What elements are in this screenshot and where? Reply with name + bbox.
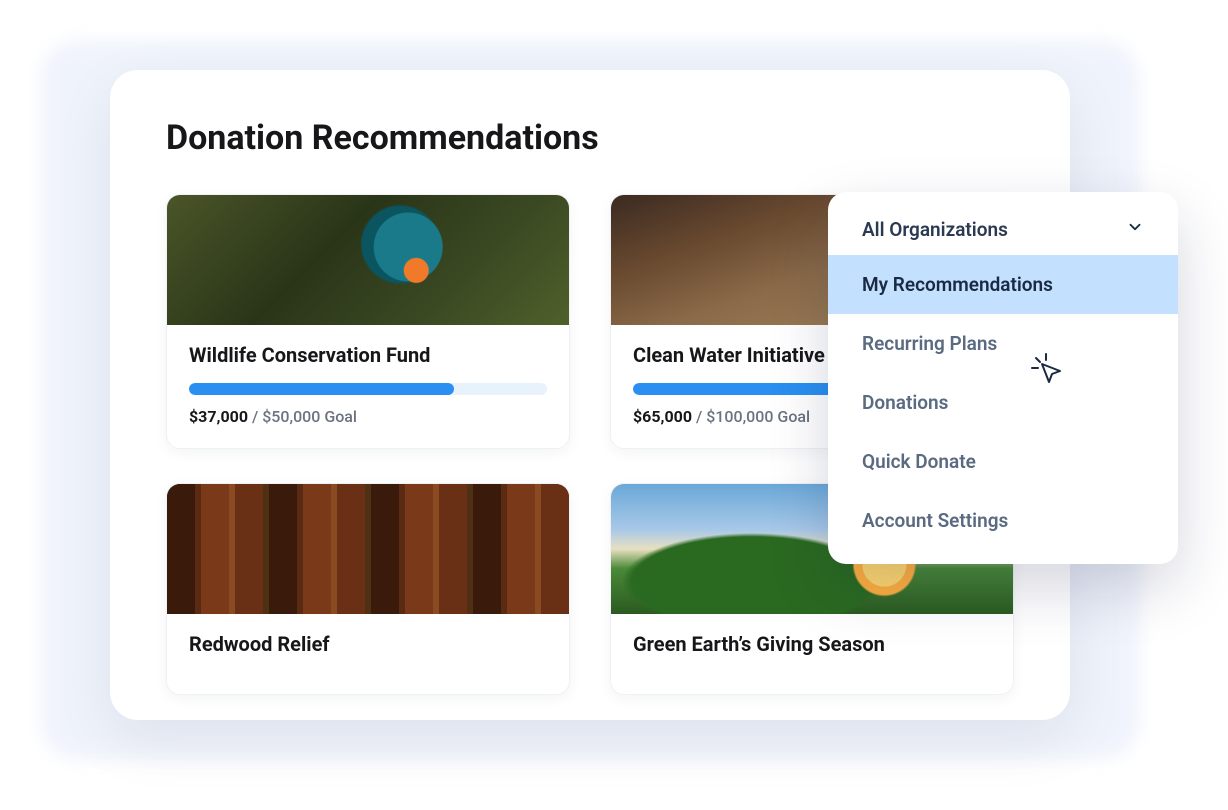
card-image-wildlife (167, 195, 569, 325)
dropdown-item-label: My Recommendations (862, 273, 1053, 296)
card-body: Redwood Relief (167, 614, 569, 694)
dropdown-item-label: Recurring Plans (862, 332, 997, 355)
amount-raised: $65,000 (633, 407, 692, 426)
card-body: Wildlife Conservation Fund $37,000 / $50… (167, 325, 569, 448)
donation-card[interactable]: Wildlife Conservation Fund $37,000 / $50… (166, 194, 570, 449)
dropdown-item-label: Donations (862, 391, 948, 414)
goal-text: $37,000 / $50,000 Goal (189, 407, 547, 426)
amount-goal: / $50,000 Goal (248, 407, 357, 426)
card-body: Green Earth’s Giving Season (611, 614, 1013, 694)
donation-card[interactable]: Redwood Relief (166, 483, 570, 695)
page-title: Donation Recommendations (166, 118, 1014, 158)
dropdown-item-label: Account Settings (862, 509, 1008, 532)
amount-raised: $37,000 (189, 407, 248, 426)
dropdown-header-label: All Organizations (862, 218, 1008, 241)
progress-fill (189, 383, 454, 395)
cursor-click-icon (1030, 352, 1064, 386)
chevron-down-icon (1126, 218, 1144, 241)
filter-dropdown: All Organizations My Recommendations Rec… (828, 192, 1178, 564)
dropdown-item-donations[interactable]: Donations (828, 373, 1178, 432)
dropdown-item-quick-donate[interactable]: Quick Donate (828, 432, 1178, 491)
dropdown-item-my-recommendations[interactable]: My Recommendations (828, 255, 1178, 314)
progress-bar (189, 383, 547, 395)
dropdown-item-label: Quick Donate (862, 450, 976, 473)
card-title: Green Earth’s Giving Season (633, 632, 991, 656)
dropdown-item-recurring-plans[interactable]: Recurring Plans (828, 314, 1178, 373)
amount-goal: / $100,000 Goal (692, 407, 810, 426)
card-image-redwood (167, 484, 569, 614)
dropdown-header[interactable]: All Organizations (828, 204, 1178, 255)
card-title: Redwood Relief (189, 632, 547, 656)
dropdown-item-account-settings[interactable]: Account Settings (828, 491, 1178, 550)
card-title: Wildlife Conservation Fund (189, 343, 547, 367)
